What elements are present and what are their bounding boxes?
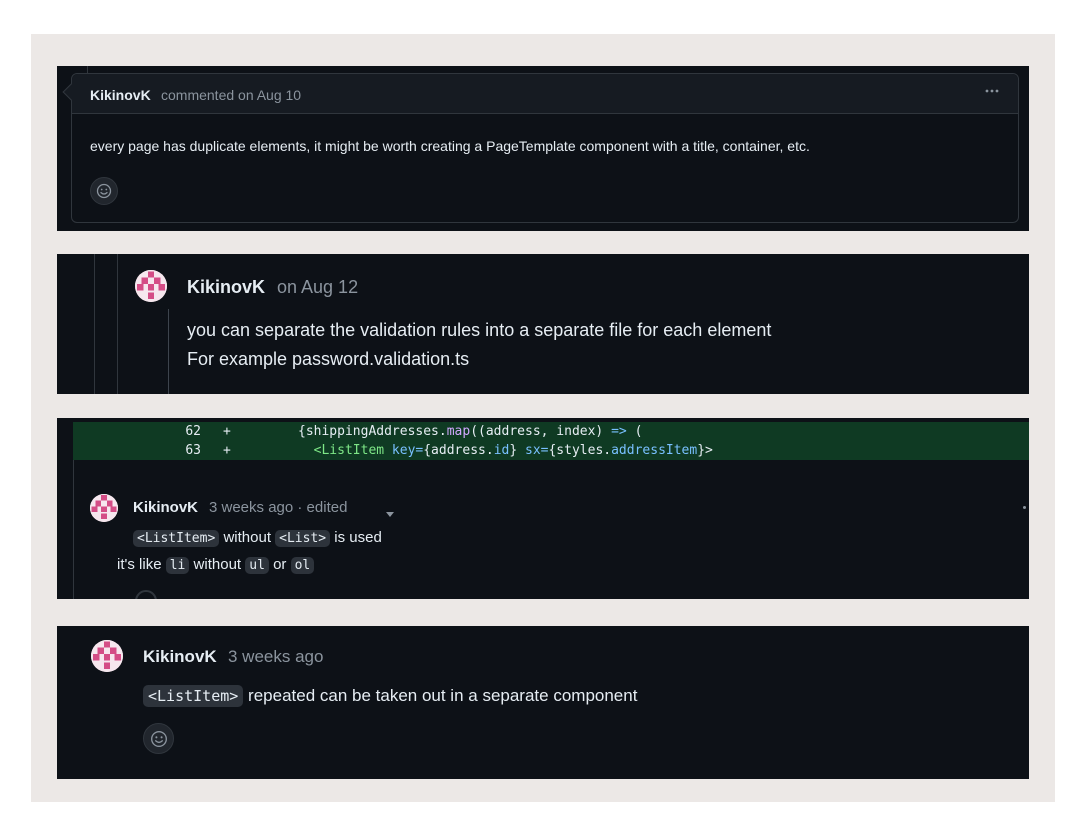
line-number[interactable]: 62 [163,424,201,439]
thread-line [117,254,118,394]
comment-text: is used [334,529,382,546]
inline-code: <ListItem> [133,530,220,547]
comment-body-line: it's like li without ul or ol [117,556,315,574]
diff-sign: + [223,443,231,458]
comment-body-line: you can separate the validation rules in… [187,320,772,340]
comment-author[interactable]: KikinovK [143,647,217,667]
comment-author[interactable]: KikinovK [187,277,265,298]
add-reaction-button[interactable] [135,590,157,599]
triangle-down-icon[interactable] [385,506,395,524]
diff-line-added: 62 + {shippingAddresses.map((address, in… [73,422,1029,441]
diff-sign: + [223,424,231,439]
inline-code: <List> [275,530,331,547]
review-comment-panel: 62 + {shippingAddresses.map((address, in… [57,418,1029,599]
comment-author[interactable]: KikinovK [90,87,151,103]
comment-author[interactable]: KikinovK [133,499,198,516]
diff-border [73,460,74,599]
add-reaction-button[interactable] [90,177,118,205]
inline-code: ul [245,557,269,574]
identicon-avatar[interactable] [135,270,167,302]
line-number[interactable]: 63 [163,443,201,458]
add-reaction-button[interactable] [143,723,174,754]
comment-timestamp[interactable]: 3 weeks ago [228,647,323,667]
comment-timestamp[interactable]: commented on Aug 10 [161,87,301,103]
comment-body: every page has duplicate elements, it mi… [90,138,810,154]
comment-panel-2: KikinovK on Aug 12 you can separate the … [57,254,1029,394]
inline-code: li [165,557,190,574]
diff-code: <ListItem key={address.id} sx={styles.ad… [298,443,713,458]
identicon-avatar[interactable] [90,494,118,522]
thread-line [94,254,95,394]
smiley-icon [150,730,167,747]
overflow-indicator [1023,506,1026,509]
comment-text: without [223,529,271,546]
diff-code: {shippingAddresses.map((address, index) … [298,424,643,439]
diff-line-added: 63 + <ListItem key={address.id} sx={styl… [73,441,1029,460]
comment-timestamp[interactable]: 3 weeks ago · edited [209,499,347,516]
comment-body-line: For example password.validation.ts [187,349,470,369]
comment-text: it's like [117,556,162,573]
comment-text: or [273,556,287,573]
comment-body-line: <ListItem> without <List> is used [133,529,382,547]
reply-indent-line [168,309,169,394]
comment-timestamp[interactable]: on Aug 12 [277,277,358,298]
comment-panel-4: KikinovK 3 weeks ago <ListItem> repeated… [57,626,1029,779]
smiley-icon [96,183,112,199]
comment-text: without [193,556,242,573]
comment-text: repeated can be taken out in a separate … [248,686,638,705]
kebab-horizontal-icon[interactable] [984,83,1000,104]
identicon-avatar[interactable] [91,640,123,672]
comment-card: KikinovK commented on Aug 10 every page … [71,73,1019,223]
inline-code: ol [290,557,315,574]
inline-code: <ListItem> [143,685,244,707]
comment-panel-1: KikinovK commented on Aug 10 every page … [57,66,1029,231]
comment-body-line: <ListItem> repeated can be taken out in … [143,685,637,707]
comment-header: KikinovK commented on Aug 10 [72,74,1018,114]
